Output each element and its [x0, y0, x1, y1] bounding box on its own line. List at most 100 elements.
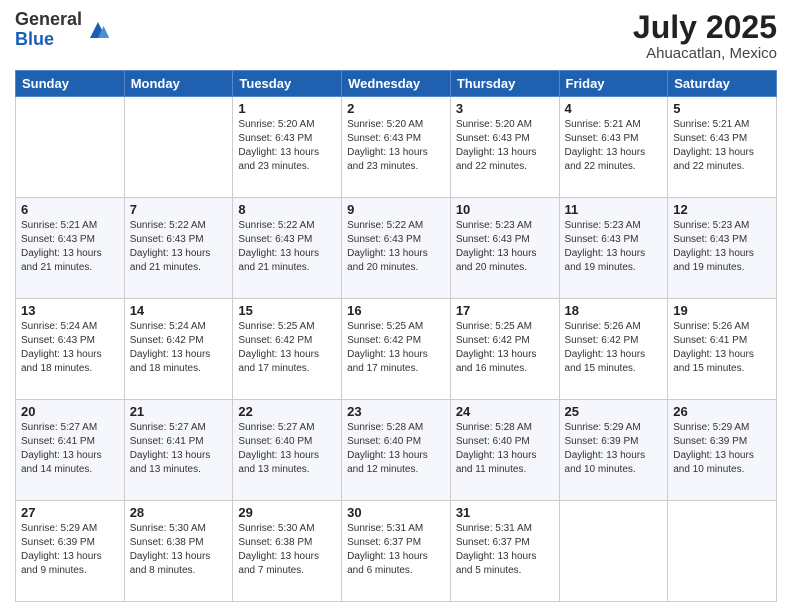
table-row: 14Sunrise: 5:24 AMSunset: 6:42 PMDayligh…	[124, 299, 233, 400]
sunrise-text: Sunrise: 5:21 AM	[673, 118, 771, 132]
daylight-text: Daylight: 13 hours and 15 minutes.	[565, 348, 663, 376]
sunrise-text: Sunrise: 5:26 AM	[565, 320, 663, 334]
daylight-text: Daylight: 13 hours and 22 minutes.	[565, 146, 663, 174]
sunset-text: Sunset: 6:43 PM	[21, 233, 119, 247]
day-number: 15	[238, 303, 336, 318]
table-row: 5Sunrise: 5:21 AMSunset: 6:43 PMDaylight…	[668, 97, 777, 198]
sunrise-text: Sunrise: 5:20 AM	[456, 118, 554, 132]
day-info: Sunrise: 5:22 AMSunset: 6:43 PMDaylight:…	[130, 219, 228, 275]
sunrise-text: Sunrise: 5:28 AM	[456, 421, 554, 435]
day-info: Sunrise: 5:20 AMSunset: 6:43 PMDaylight:…	[238, 118, 336, 174]
daylight-text: Daylight: 13 hours and 19 minutes.	[565, 247, 663, 275]
day-number: 7	[130, 202, 228, 217]
sunset-text: Sunset: 6:43 PM	[238, 132, 336, 146]
header-sunday: Sunday	[16, 71, 125, 97]
table-row: 29Sunrise: 5:30 AMSunset: 6:38 PMDayligh…	[233, 501, 342, 602]
sunrise-text: Sunrise: 5:25 AM	[347, 320, 445, 334]
sunset-text: Sunset: 6:43 PM	[673, 233, 771, 247]
table-row: 31Sunrise: 5:31 AMSunset: 6:37 PMDayligh…	[450, 501, 559, 602]
day-info: Sunrise: 5:31 AMSunset: 6:37 PMDaylight:…	[456, 522, 554, 578]
sunset-text: Sunset: 6:41 PM	[130, 435, 228, 449]
sunrise-text: Sunrise: 5:31 AM	[347, 522, 445, 536]
sunrise-text: Sunrise: 5:23 AM	[673, 219, 771, 233]
daylight-text: Daylight: 13 hours and 21 minutes.	[130, 247, 228, 275]
daylight-text: Daylight: 13 hours and 10 minutes.	[673, 449, 771, 477]
daylight-text: Daylight: 13 hours and 21 minutes.	[21, 247, 119, 275]
header-friday: Friday	[559, 71, 668, 97]
sunset-text: Sunset: 6:39 PM	[21, 536, 119, 550]
calendar-table: Sunday Monday Tuesday Wednesday Thursday…	[15, 70, 777, 602]
day-info: Sunrise: 5:26 AMSunset: 6:42 PMDaylight:…	[565, 320, 663, 376]
daylight-text: Daylight: 13 hours and 7 minutes.	[238, 550, 336, 578]
table-row: 4Sunrise: 5:21 AMSunset: 6:43 PMDaylight…	[559, 97, 668, 198]
day-info: Sunrise: 5:23 AMSunset: 6:43 PMDaylight:…	[456, 219, 554, 275]
day-info: Sunrise: 5:23 AMSunset: 6:43 PMDaylight:…	[673, 219, 771, 275]
sunrise-text: Sunrise: 5:25 AM	[238, 320, 336, 334]
day-number: 22	[238, 404, 336, 419]
sunset-text: Sunset: 6:43 PM	[565, 132, 663, 146]
sunrise-text: Sunrise: 5:21 AM	[21, 219, 119, 233]
day-info: Sunrise: 5:29 AMSunset: 6:39 PMDaylight:…	[565, 421, 663, 477]
daylight-text: Daylight: 13 hours and 12 minutes.	[347, 449, 445, 477]
daylight-text: Daylight: 13 hours and 18 minutes.	[21, 348, 119, 376]
table-row	[124, 97, 233, 198]
sunset-text: Sunset: 6:43 PM	[347, 233, 445, 247]
sunrise-text: Sunrise: 5:20 AM	[347, 118, 445, 132]
day-number: 25	[565, 404, 663, 419]
header-thursday: Thursday	[450, 71, 559, 97]
daylight-text: Daylight: 13 hours and 14 minutes.	[21, 449, 119, 477]
table-row: 7 Sunrise: 5:22 AMSunset: 6:43 PMDaylight…	[124, 198, 233, 299]
table-row	[668, 501, 777, 602]
daylight-text: Daylight: 13 hours and 8 minutes.	[130, 550, 228, 578]
sunrise-text: Sunrise: 5:22 AM	[347, 219, 445, 233]
location: Ahuacatlan, Mexico	[633, 45, 777, 62]
sunset-text: Sunset: 6:38 PM	[130, 536, 228, 550]
table-row: 16Sunrise: 5:25 AMSunset: 6:42 PMDayligh…	[342, 299, 451, 400]
sunrise-text: Sunrise: 5:25 AM	[456, 320, 554, 334]
header-tuesday: Tuesday	[233, 71, 342, 97]
day-info: Sunrise: 5:25 AMSunset: 6:42 PMDaylight:…	[347, 320, 445, 376]
day-number: 21	[130, 404, 228, 419]
week-row-3: 13Sunrise: 5:24 AMSunset: 6:43 PMDayligh…	[16, 299, 777, 400]
day-number: 2	[347, 101, 445, 116]
sunset-text: Sunset: 6:43 PM	[130, 233, 228, 247]
sunset-text: Sunset: 6:42 PM	[238, 334, 336, 348]
day-info: Sunrise: 5:30 AMSunset: 6:38 PMDaylight:…	[238, 522, 336, 578]
daylight-text: Daylight: 13 hours and 11 minutes.	[456, 449, 554, 477]
sunset-text: Sunset: 6:43 PM	[456, 132, 554, 146]
table-row: 21Sunrise: 5:27 AMSunset: 6:41 PMDayligh…	[124, 400, 233, 501]
sunset-text: Sunset: 6:40 PM	[456, 435, 554, 449]
day-number: 27	[21, 505, 119, 520]
sunset-text: Sunset: 6:42 PM	[456, 334, 554, 348]
day-number: 24	[456, 404, 554, 419]
sunrise-text: Sunrise: 5:26 AM	[673, 320, 771, 334]
day-number: 20	[21, 404, 119, 419]
sunset-text: Sunset: 6:39 PM	[565, 435, 663, 449]
sunrise-text: Sunrise: 5:29 AM	[21, 522, 119, 536]
sunrise-text: Sunrise: 5:27 AM	[21, 421, 119, 435]
day-info: Sunrise: 5:30 AMSunset: 6:38 PMDaylight:…	[130, 522, 228, 578]
day-info: Sunrise: 5:25 AMSunset: 6:42 PMDaylight:…	[456, 320, 554, 376]
table-row	[559, 501, 668, 602]
sunset-text: Sunset: 6:40 PM	[238, 435, 336, 449]
day-number: 23	[347, 404, 445, 419]
page: General Blue July 2025 Ahuacatlan, Mexic…	[0, 0, 792, 612]
daylight-text: Daylight: 13 hours and 13 minutes.	[130, 449, 228, 477]
sunset-text: Sunset: 6:42 PM	[565, 334, 663, 348]
daylight-text: Daylight: 13 hours and 20 minutes.	[456, 247, 554, 275]
day-info: Sunrise: 5:21 AMSunset: 6:43 PMDaylight:…	[21, 219, 119, 275]
sunset-text: Sunset: 6:40 PM	[347, 435, 445, 449]
table-row: 24 Sunrise: 5:28 AMSunset: 6:40 PMDayligh…	[450, 400, 559, 501]
table-row: 13Sunrise: 5:24 AMSunset: 6:43 PMDayligh…	[16, 299, 125, 400]
day-number: 6	[21, 202, 119, 217]
sunset-text: Sunset: 6:41 PM	[21, 435, 119, 449]
sunset-text: Sunset: 6:43 PM	[456, 233, 554, 247]
logo-general: General	[15, 10, 82, 30]
day-info: Sunrise: 5:28 AMSunset: 6:40 PMDaylight:…	[347, 421, 445, 477]
sunrise-text: Sunrise: 5:23 AM	[565, 219, 663, 233]
day-number: 1	[238, 101, 336, 116]
logo: General Blue	[15, 10, 110, 50]
daylight-text: Daylight: 13 hours and 17 minutes.	[238, 348, 336, 376]
table-row: 20 Sunrise: 5:27 AMSunset: 6:41 PMDayligh…	[16, 400, 125, 501]
daylight-text: Daylight: 13 hours and 15 minutes.	[673, 348, 771, 376]
